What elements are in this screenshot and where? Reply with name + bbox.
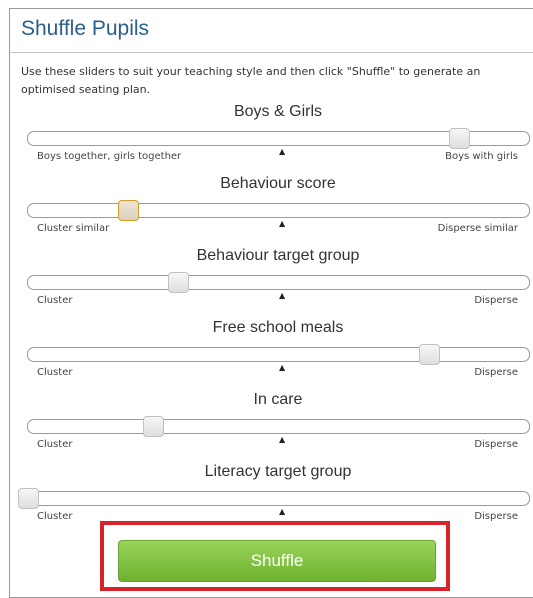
midpoint-marker-icon: ▲ (279, 435, 286, 444)
slider-track[interactable] (27, 128, 530, 149)
slider-thumb[interactable] (143, 416, 165, 437)
slider-track[interactable] (27, 416, 530, 437)
slider-track[interactable] (27, 200, 530, 221)
intro-text: Use these sliders to suit your teaching … (21, 65, 481, 96)
slider-max-label: Disperse similar (437, 223, 518, 234)
title-divider (10, 52, 533, 53)
shuffle-pupils-panel: Shuffle Pupils Use these sliders to suit… (9, 8, 533, 598)
slider-label: Behaviour target group (196, 247, 360, 264)
slider-label: Behaviour score (220, 175, 336, 192)
slider-label: In care (253, 391, 303, 408)
slider-track[interactable] (27, 344, 530, 365)
slider-thumb[interactable] (168, 272, 190, 293)
slider-min-label: Cluster similar (37, 223, 110, 234)
midpoint-marker-icon: ▲ (279, 147, 286, 156)
slider-track[interactable] (27, 272, 530, 293)
slider-min-label: Cluster (37, 511, 73, 522)
slider-min-label: Cluster (37, 295, 73, 306)
slider-thumb[interactable] (118, 200, 140, 221)
slider-thumb[interactable] (18, 488, 39, 509)
slider-max-label: Disperse (474, 511, 518, 522)
midpoint-marker-icon: ▲ (279, 363, 286, 372)
slider-max-label: Boys with girls (445, 151, 518, 162)
midpoint-marker-icon: ▲ (279, 219, 286, 228)
slider-thumb[interactable] (418, 344, 440, 365)
slider-thumb[interactable] (448, 128, 470, 149)
midpoint-marker-icon: ▲ (279, 507, 286, 516)
slider-label: Free school meals (212, 319, 344, 336)
slider-min-label: Boys together, girls together (37, 151, 182, 162)
slider-min-label: Cluster (37, 439, 73, 450)
slider-track[interactable] (18, 488, 530, 509)
shuffle-button[interactable]: Shuffle (118, 540, 436, 582)
slider-max-label: Disperse (474, 439, 518, 450)
slider-min-label: Cluster (37, 367, 73, 378)
slider-max-label: Disperse (474, 295, 518, 306)
midpoint-marker-icon: ▲ (279, 291, 286, 300)
slider-max-label: Disperse (474, 367, 518, 378)
slider-label: Literacy target group (204, 463, 352, 480)
slider-label: Boys & Girls (233, 103, 322, 120)
panel-title: Shuffle Pupils (21, 17, 150, 40)
